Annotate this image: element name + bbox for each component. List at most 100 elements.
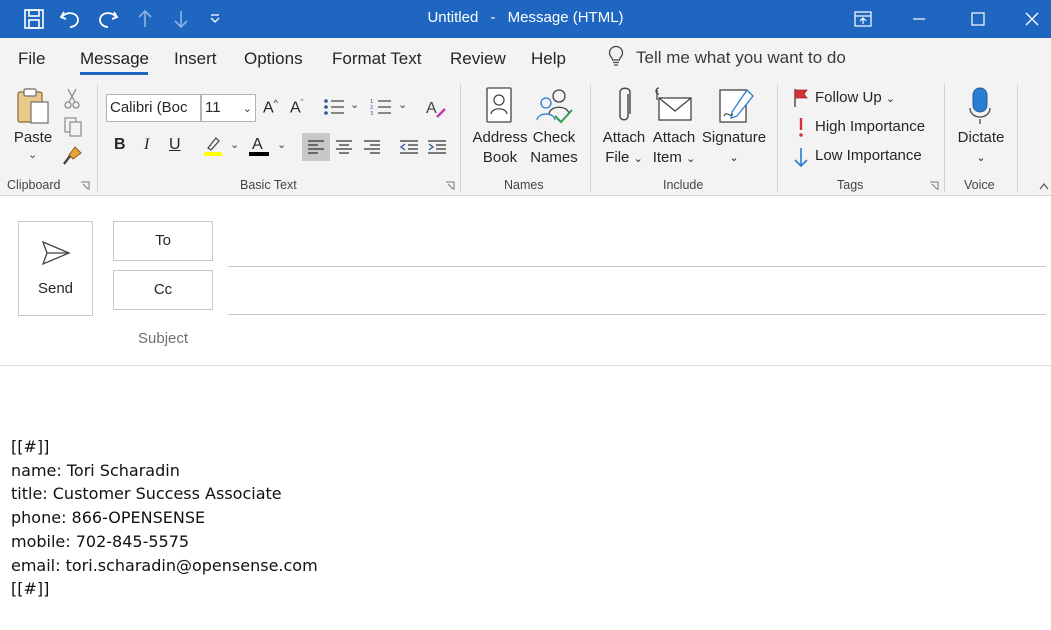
cut-icon[interactable] [62,86,82,110]
body-line: title: Customer Success Associate [11,484,282,504]
svg-text:A: A [426,100,437,117]
basic-text-group-label: Basic Text [240,178,297,192]
window-title-type: Message (HTML) [507,9,624,26]
bullets-chevron-icon[interactable]: ⌄ [350,98,359,111]
minimize-icon[interactable] [896,0,942,38]
align-right-icon[interactable] [358,133,386,161]
align-left-icon[interactable] [302,133,330,161]
address-book-icon[interactable] [481,84,517,128]
follow-up-button[interactable]: Follow Up ⌄ [815,89,895,106]
body-line: name: Tori Scharadin [11,460,180,480]
follow-up-text: Follow Up [815,89,882,106]
attach-item-label[interactable]: Attach Item ⌄ [648,128,700,169]
ribbon-display-icon[interactable] [840,0,886,38]
basic-text-launcher-icon[interactable] [444,180,456,192]
font-color-button[interactable]: A [247,134,271,158]
paste-icon[interactable] [14,86,54,126]
underline-button[interactable]: U [169,136,181,154]
check-names-label[interactable]: Check Names [528,128,580,168]
active-tab-indicator [80,72,148,75]
tags-group-label: Tags [837,178,864,192]
tab-help[interactable]: Help [531,38,566,78]
font-color-chevron-icon[interactable]: ⌄ [277,138,286,151]
ribbon-separator [97,84,98,192]
window-title-name: Untitled [427,9,479,26]
shrink-font-button[interactable]: Aˇ [290,98,304,117]
lightbulb-icon [608,45,624,72]
align-center-icon[interactable] [330,133,358,161]
low-importance-button[interactable]: Low Importance [815,147,922,164]
attach-file-line1: Attach [602,129,646,146]
to-button[interactable]: To [113,221,213,261]
flag-icon[interactable] [792,88,810,108]
signature-icon[interactable] [716,84,758,128]
message-body[interactable]: [[#]] name: Tori Scharadin title: Custom… [11,435,318,601]
ribbon-separator [590,84,591,192]
clear-format-icon[interactable]: A [424,96,448,120]
high-importance-button[interactable]: High Importance [815,118,925,135]
copy-icon[interactable] [62,115,84,139]
signature-text: Signature [701,129,767,146]
dictate-chevron-icon: ⌄ [976,152,986,164]
italic-button[interactable]: I [144,136,149,154]
check-names-icon[interactable] [533,84,575,128]
clipboard-group-label: Clipboard [7,178,61,192]
names-group-label: Names [504,178,544,192]
format-painter-icon[interactable] [60,144,86,168]
attach-item-line2: Item ⌄ [648,148,700,169]
tell-me-search[interactable]: Tell me what you want to do [608,38,846,78]
tab-insert[interactable]: Insert [174,38,217,78]
signature-label[interactable]: Signature ⌄ [700,128,768,168]
to-field[interactable] [228,266,1046,267]
cc-field[interactable] [228,314,1046,315]
paperclip-icon[interactable] [612,84,638,128]
font-size-combo[interactable]: 11 ⌄ [201,94,256,122]
include-group-label: Include [663,178,704,192]
address-book-label[interactable]: Address Book [468,128,532,168]
font-name-combo[interactable]: Calibri (Boc [106,94,201,122]
paste-label[interactable]: Paste [8,128,58,148]
dictate-label[interactable]: Dictate ⌄ [952,128,1010,168]
ribbon-separator [1017,84,1018,192]
font-size-chevron-icon: ⌄ [242,103,252,115]
follow-up-chevron-icon: ⌄ [885,93,896,105]
decrease-indent-icon[interactable] [395,133,423,161]
increase-indent-icon[interactable] [423,133,451,161]
attach-item-chevron-icon: ⌄ [686,153,696,165]
bold-button[interactable]: B [114,136,126,154]
address-book-line1: Address [472,129,528,146]
font-name-value: Calibri (Boc [110,99,188,116]
collapse-ribbon-icon[interactable] [1038,180,1050,192]
down-arrow-importance-icon [792,146,810,168]
numbering-chevron-icon[interactable]: ⌄ [398,98,407,111]
check-names-line1: Check [532,129,576,146]
numbering-icon[interactable]: 123 [369,96,393,118]
envelope-icon[interactable] [653,84,695,128]
body-line: [[#]] [11,579,50,599]
voice-group-label: Voice [964,178,995,192]
cc-button[interactable]: Cc [113,270,213,310]
highlight-icon[interactable] [201,134,225,158]
subject-label: Subject [138,330,189,347]
clipboard-launcher-icon[interactable] [79,180,91,192]
tags-launcher-icon[interactable] [928,180,940,192]
menu-bar: File Message Insert Options Format Text … [0,38,1051,78]
exclamation-icon [794,116,808,138]
grow-font-button[interactable]: A^ [263,98,278,117]
send-button[interactable]: Send [18,221,93,316]
shrink-font-letter: A [290,99,301,117]
bullets-icon[interactable] [322,96,346,118]
ribbon-separator [460,84,461,192]
maximize-icon[interactable] [955,0,1001,38]
highlight-chevron-icon[interactable]: ⌄ [230,138,239,151]
body-line: email: tori.scharadin@opensense.com [11,555,318,575]
tab-file[interactable]: File [18,38,45,78]
svg-text:A: A [252,136,263,153]
tab-format-text[interactable]: Format Text [332,38,421,78]
tab-review[interactable]: Review [450,38,506,78]
paste-dropdown-chevron-icon[interactable]: ⌄ [28,148,37,161]
close-icon[interactable] [1012,0,1051,38]
microphone-icon[interactable] [964,84,996,128]
tab-options[interactable]: Options [244,38,303,78]
attach-file-label[interactable]: Attach File ⌄ [598,128,650,169]
